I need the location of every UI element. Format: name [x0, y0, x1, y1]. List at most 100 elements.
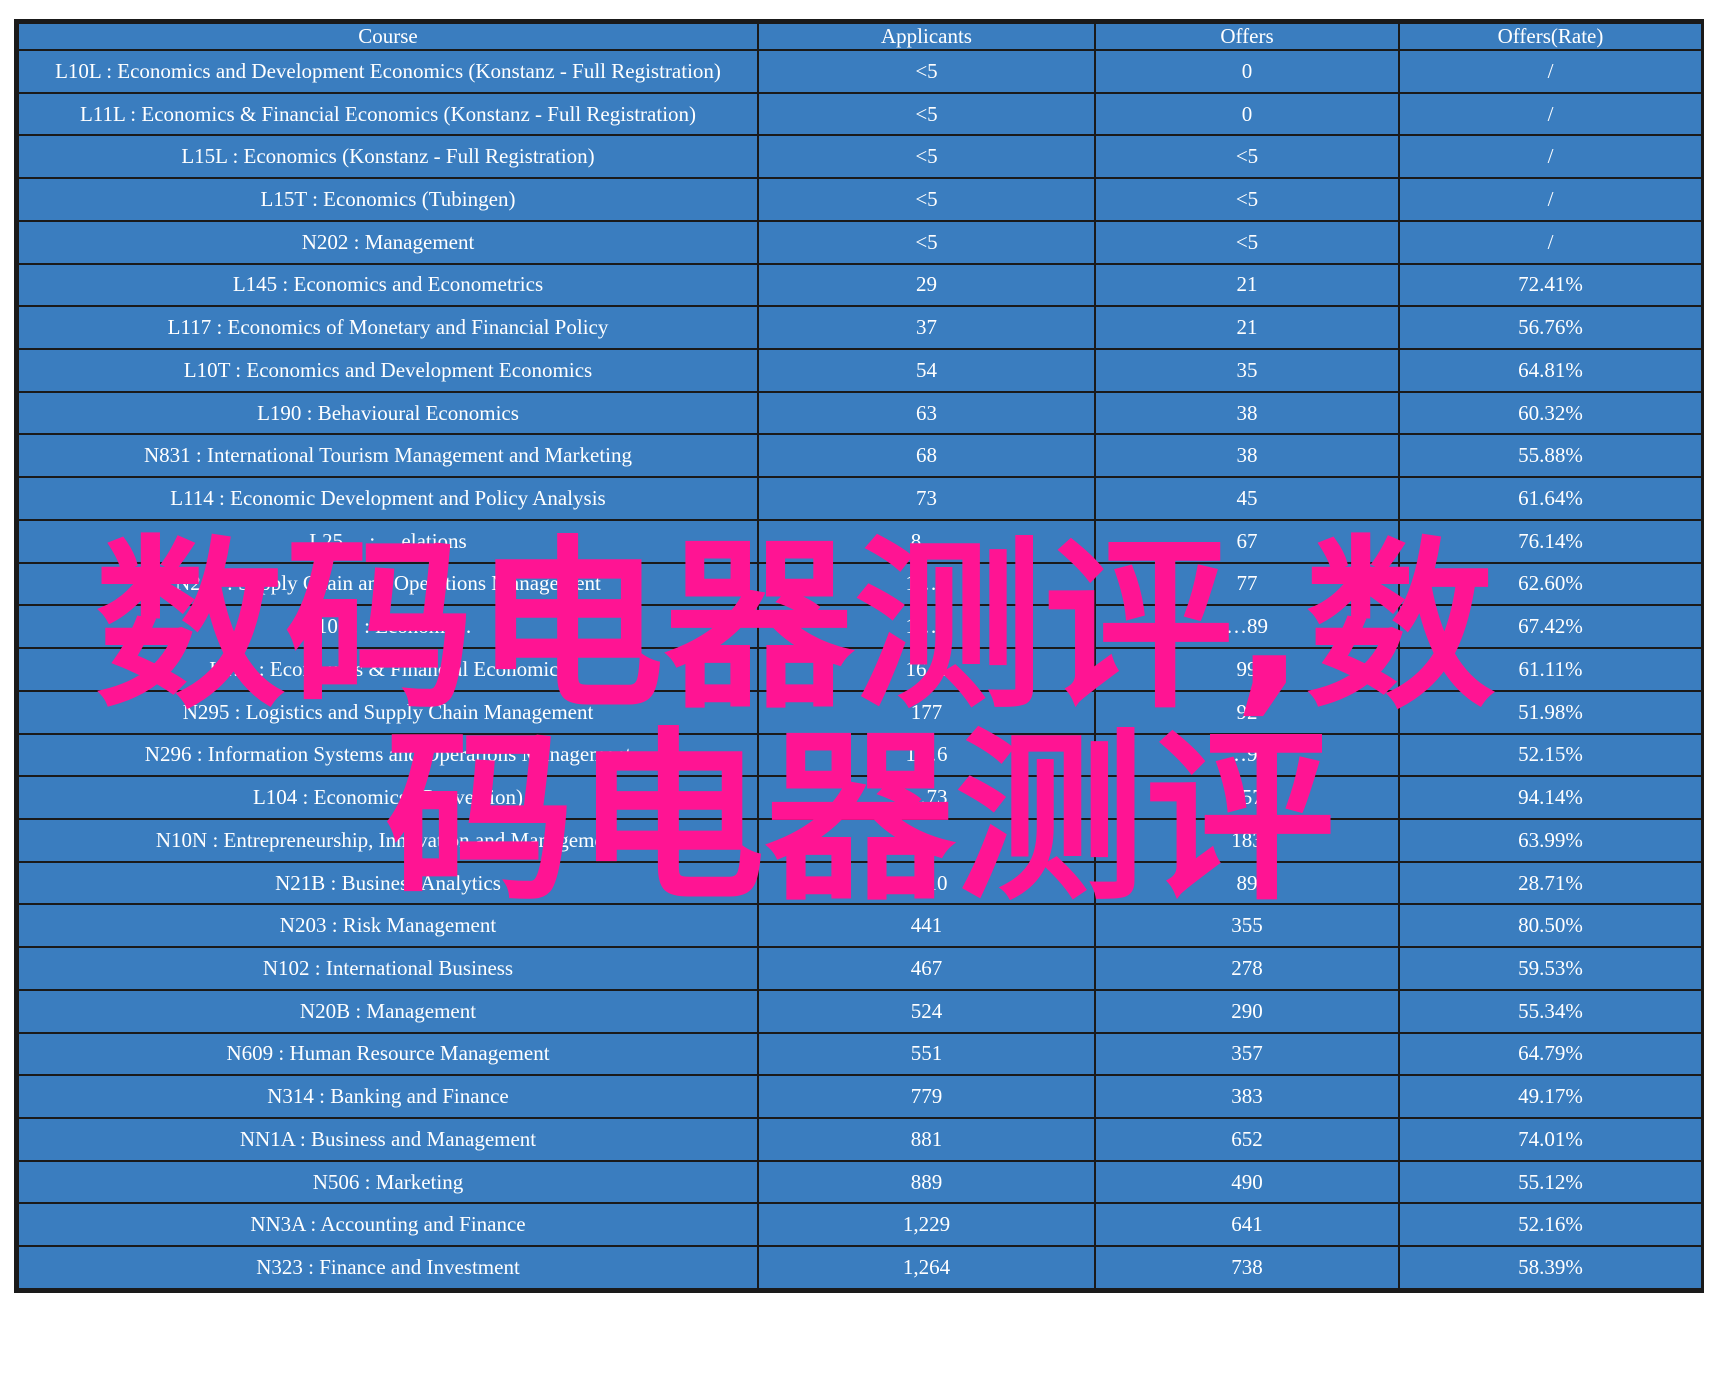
cell-offers: …89: [1094, 604, 1400, 650]
table-row: N506 : Marketing 889 490 55.12%: [17, 1159, 1703, 1205]
cell-applicants: <5: [757, 49, 1096, 94]
cell-offers-rate: 72.41%: [1398, 262, 1703, 308]
cell-course: NN3A : Accounting and Finance: [17, 1202, 759, 1248]
cell-offers-rate: 56.76%: [1398, 305, 1703, 351]
cell-applicants: 1…6: [757, 732, 1096, 778]
table-row: N203 : Risk Management 441 355 80.50%: [17, 903, 1703, 949]
cell-offers-rate: 28.71%: [1398, 860, 1703, 906]
cell-offers: …97: [1094, 732, 1400, 778]
cell-course: L10T : Economics and Development Economi…: [17, 348, 759, 393]
cell-offers: 0: [1094, 49, 1400, 94]
cell-applicants: <5: [757, 177, 1096, 222]
cell-offers-rate: 61.11%: [1398, 647, 1703, 692]
header-offers-rate: Offers(Rate): [1398, 22, 1703, 51]
cell-course: NN1A : Business and Management: [17, 1116, 759, 1162]
cell-applicants: 68: [757, 433, 1096, 479]
cell-applicants: …10: [757, 860, 1096, 906]
cell-offers-rate: 49.17%: [1398, 1074, 1703, 1119]
table-body: L10L : Economics and Development Economi…: [17, 49, 1703, 1290]
cell-offers: 738: [1094, 1245, 1400, 1290]
cell-offers-rate: 60.32%: [1398, 390, 1703, 436]
table-row: L10T : Economics and Development Economi…: [17, 348, 1703, 393]
cell-course: N609 : Human Resource Management: [17, 1031, 759, 1077]
cell-applicants: 889: [757, 1159, 1096, 1205]
table-row: L11L : Economics & Financial Economics (…: [17, 91, 1703, 137]
table-row: L190 : Behavioural Economics 63 38 60.32%: [17, 390, 1703, 436]
cell-offers: 383: [1094, 1074, 1400, 1119]
cell-course: N506 : Marketing: [17, 1159, 759, 1205]
cell-course: L15L : Economics (Konstanz - Full Regist…: [17, 134, 759, 180]
cell-course: L190 : Behavioural Economics: [17, 390, 759, 436]
cell-course: L114 : Economic Development and Policy A…: [17, 476, 759, 521]
cell-applicants: <5: [757, 134, 1096, 180]
cell-offers-rate: /: [1398, 91, 1703, 137]
cell-applicants: 441: [757, 903, 1096, 949]
cell-applicants: 16…: [757, 647, 1096, 692]
cell-course: N314 : Banking and Finance: [17, 1074, 759, 1119]
cell-offers: 67: [1094, 518, 1400, 564]
cell-offers: 38: [1094, 433, 1400, 479]
cell-course: N102 : International Business: [17, 946, 759, 991]
cell-offers: 89: [1094, 860, 1400, 906]
cell-course: L1… : Economics & Financial Economics: [17, 647, 759, 692]
table-row: N102 : International Business 467 278 59.53…: [17, 946, 1703, 991]
cell-course: N296 : Information Systems and Operation…: [17, 732, 759, 778]
cell-course: L10… : Economi…: [17, 604, 759, 650]
cell-offers: 278: [1094, 946, 1400, 991]
table-row: L10… : Economi… 1…2 …89 67.42%: [17, 604, 1703, 650]
table-row: N20B : Management 524 290 55.34%: [17, 988, 1703, 1034]
table-row: L145 : Economics and Econometrics 29 21 72.…: [17, 262, 1703, 308]
cell-applicants: 177: [757, 689, 1096, 735]
cell-offers-rate: /: [1398, 177, 1703, 222]
cell-course: N295 : Logistics and Supply Chain Manage…: [17, 689, 759, 735]
cell-applicants: 29: [757, 262, 1096, 308]
cell-applicants: 1,264: [757, 1245, 1096, 1290]
cell-offers-rate: 51.98%: [1398, 689, 1703, 735]
cell-offers-rate: 74.01%: [1398, 1116, 1703, 1162]
cell-offers: 21: [1094, 262, 1400, 308]
cell-offers: 641: [1094, 1202, 1400, 1248]
cell-offers-rate: 61.64%: [1398, 476, 1703, 521]
cell-applicants: 779: [757, 1074, 1096, 1119]
table-row: N296 : Information Systems and Operation…: [17, 732, 1703, 778]
cell-offers-rate: 59.53%: [1398, 946, 1703, 991]
admissions-table: Course Applicants Offers Offers(Rate) L1…: [17, 22, 1703, 1290]
cell-applicants: 551: [757, 1031, 1096, 1077]
cell-offers: 45: [1094, 476, 1400, 521]
cell-applicants: 1,229: [757, 1202, 1096, 1248]
cell-offers: <5: [1094, 134, 1400, 180]
cell-applicants: 524: [757, 988, 1096, 1034]
cell-course: L10L : Economics and Development Economi…: [17, 49, 759, 94]
table-row: L1… : Economics & Financial Economics 16……: [17, 647, 1703, 692]
cell-offers-rate: 80.50%: [1398, 903, 1703, 949]
cell-offers: 38: [1094, 390, 1400, 436]
cell-offers: <5: [1094, 177, 1400, 222]
cell-offers: 355: [1094, 903, 1400, 949]
cell-course: N202 : Management: [17, 219, 759, 265]
table-row: N21B : Business Analytics …10 89 28.71%: [17, 860, 1703, 906]
cell-offers: 99: [1094, 647, 1400, 692]
cell-offers-rate: 58.39%: [1398, 1245, 1703, 1290]
cell-course: N2… : Supply Chain and Operations Manage…: [17, 561, 759, 607]
cell-offers: 257: [1094, 775, 1400, 820]
cell-offers-rate: 52.16%: [1398, 1202, 1703, 1248]
cell-course: L25… : …elations: [17, 518, 759, 564]
cell-applicants: …: [757, 817, 1096, 863]
cell-applicants: 54: [757, 348, 1096, 393]
cell-offers-rate: 62.60%: [1398, 561, 1703, 607]
cell-applicants: 1…2: [757, 604, 1096, 650]
cell-applicants: 63: [757, 390, 1096, 436]
cell-offers: 92: [1094, 689, 1400, 735]
cell-course: L104 : Economics (Conversion): [17, 775, 759, 820]
table-row: N202 : Management <5 <5/: [17, 219, 1703, 265]
cell-applicants: …73: [757, 775, 1096, 820]
cell-offers: 357: [1094, 1031, 1400, 1077]
cell-offers: 35: [1094, 348, 1400, 393]
table-row: N10N : Entrepreneurship, Innovation and …: [17, 817, 1703, 863]
cell-offers-rate: 55.12%: [1398, 1159, 1703, 1205]
cell-offers: 77: [1094, 561, 1400, 607]
cell-course: L15T : Economics (Tubingen): [17, 177, 759, 222]
cell-offers-rate: 52.15%: [1398, 732, 1703, 778]
cell-offers: 652: [1094, 1116, 1400, 1162]
cell-offers-rate: 63.99%: [1398, 817, 1703, 863]
